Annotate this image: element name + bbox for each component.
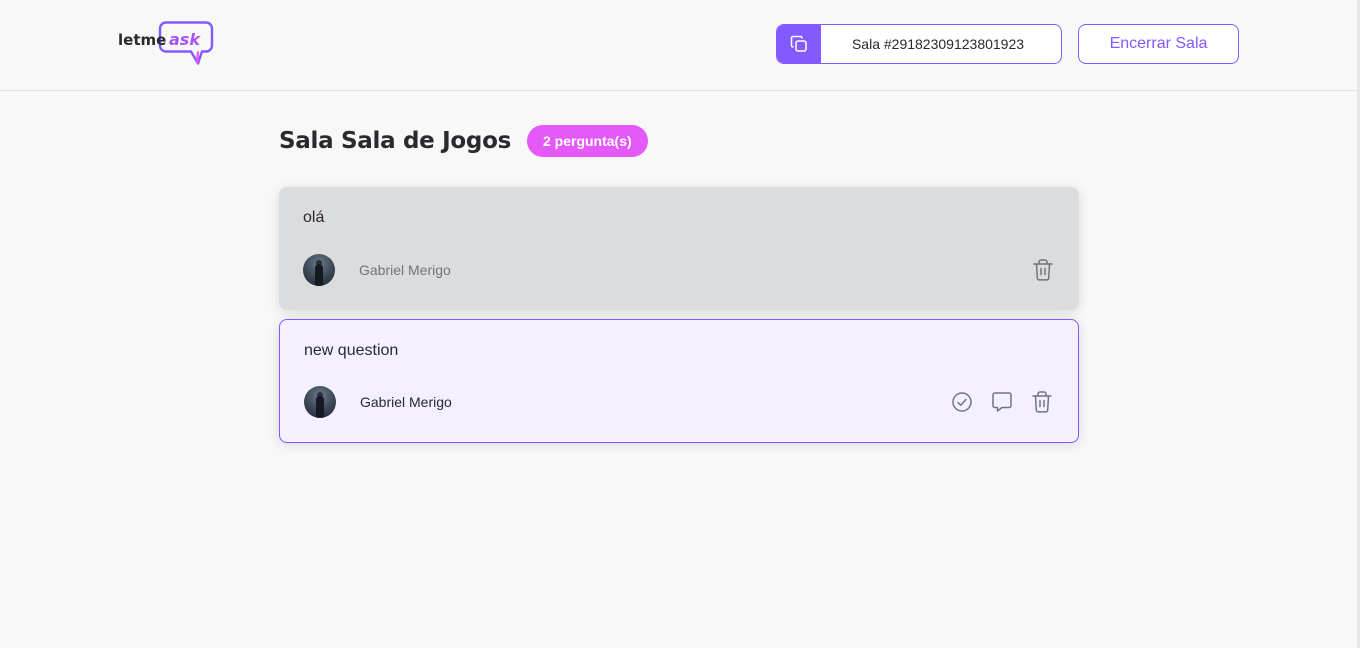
avatar xyxy=(304,386,336,418)
check-circle-icon[interactable] xyxy=(950,390,974,414)
question-list: olá Gabriel Merigo new question Gabriel … xyxy=(279,187,1079,443)
room-content: Sala Sala de Jogos 2 pergunta(s) olá Gab… xyxy=(279,91,1079,443)
room-code-label: Sala #29182309123801923 xyxy=(851,36,1025,52)
page-title: Sala Sala de Jogos xyxy=(279,128,511,154)
question-footer: Gabriel Merigo xyxy=(303,254,1055,286)
logo-text-letme: letme xyxy=(118,31,166,49)
room-title-row: Sala Sala de Jogos 2 pergunta(s) xyxy=(279,124,1079,158)
question-actions xyxy=(1031,258,1055,282)
room-code-copy-button[interactable]: Sala #29182309123801923 xyxy=(776,24,1062,64)
trash-icon[interactable] xyxy=(1031,258,1055,282)
letmeask-logo[interactable]: letme ask xyxy=(118,20,214,67)
avatar xyxy=(303,254,335,286)
logo-text-ask: ask xyxy=(169,30,201,49)
question-card: olá Gabriel Merigo xyxy=(279,187,1079,310)
chat-bubble-icon[interactable] xyxy=(990,390,1014,414)
user-info: Gabriel Merigo xyxy=(304,386,452,418)
close-room-button[interactable]: Encerrar Sala xyxy=(1078,24,1239,64)
question-footer: Gabriel Merigo xyxy=(304,386,1054,418)
page-header: letme ask Sala #29182309123801923 Encerr… xyxy=(0,0,1360,91)
author-name: Gabriel Merigo xyxy=(359,262,451,278)
question-content: new question xyxy=(304,342,399,359)
question-actions xyxy=(950,390,1054,414)
copy-icon[interactable] xyxy=(777,25,821,63)
question-card: new question Gabriel Merigo xyxy=(279,319,1079,443)
trash-icon[interactable] xyxy=(1030,390,1054,414)
user-info: Gabriel Merigo xyxy=(303,254,451,286)
question-count-badge: 2 pergunta(s) xyxy=(526,125,648,157)
author-name: Gabriel Merigo xyxy=(360,394,452,410)
question-content: olá xyxy=(303,209,325,226)
